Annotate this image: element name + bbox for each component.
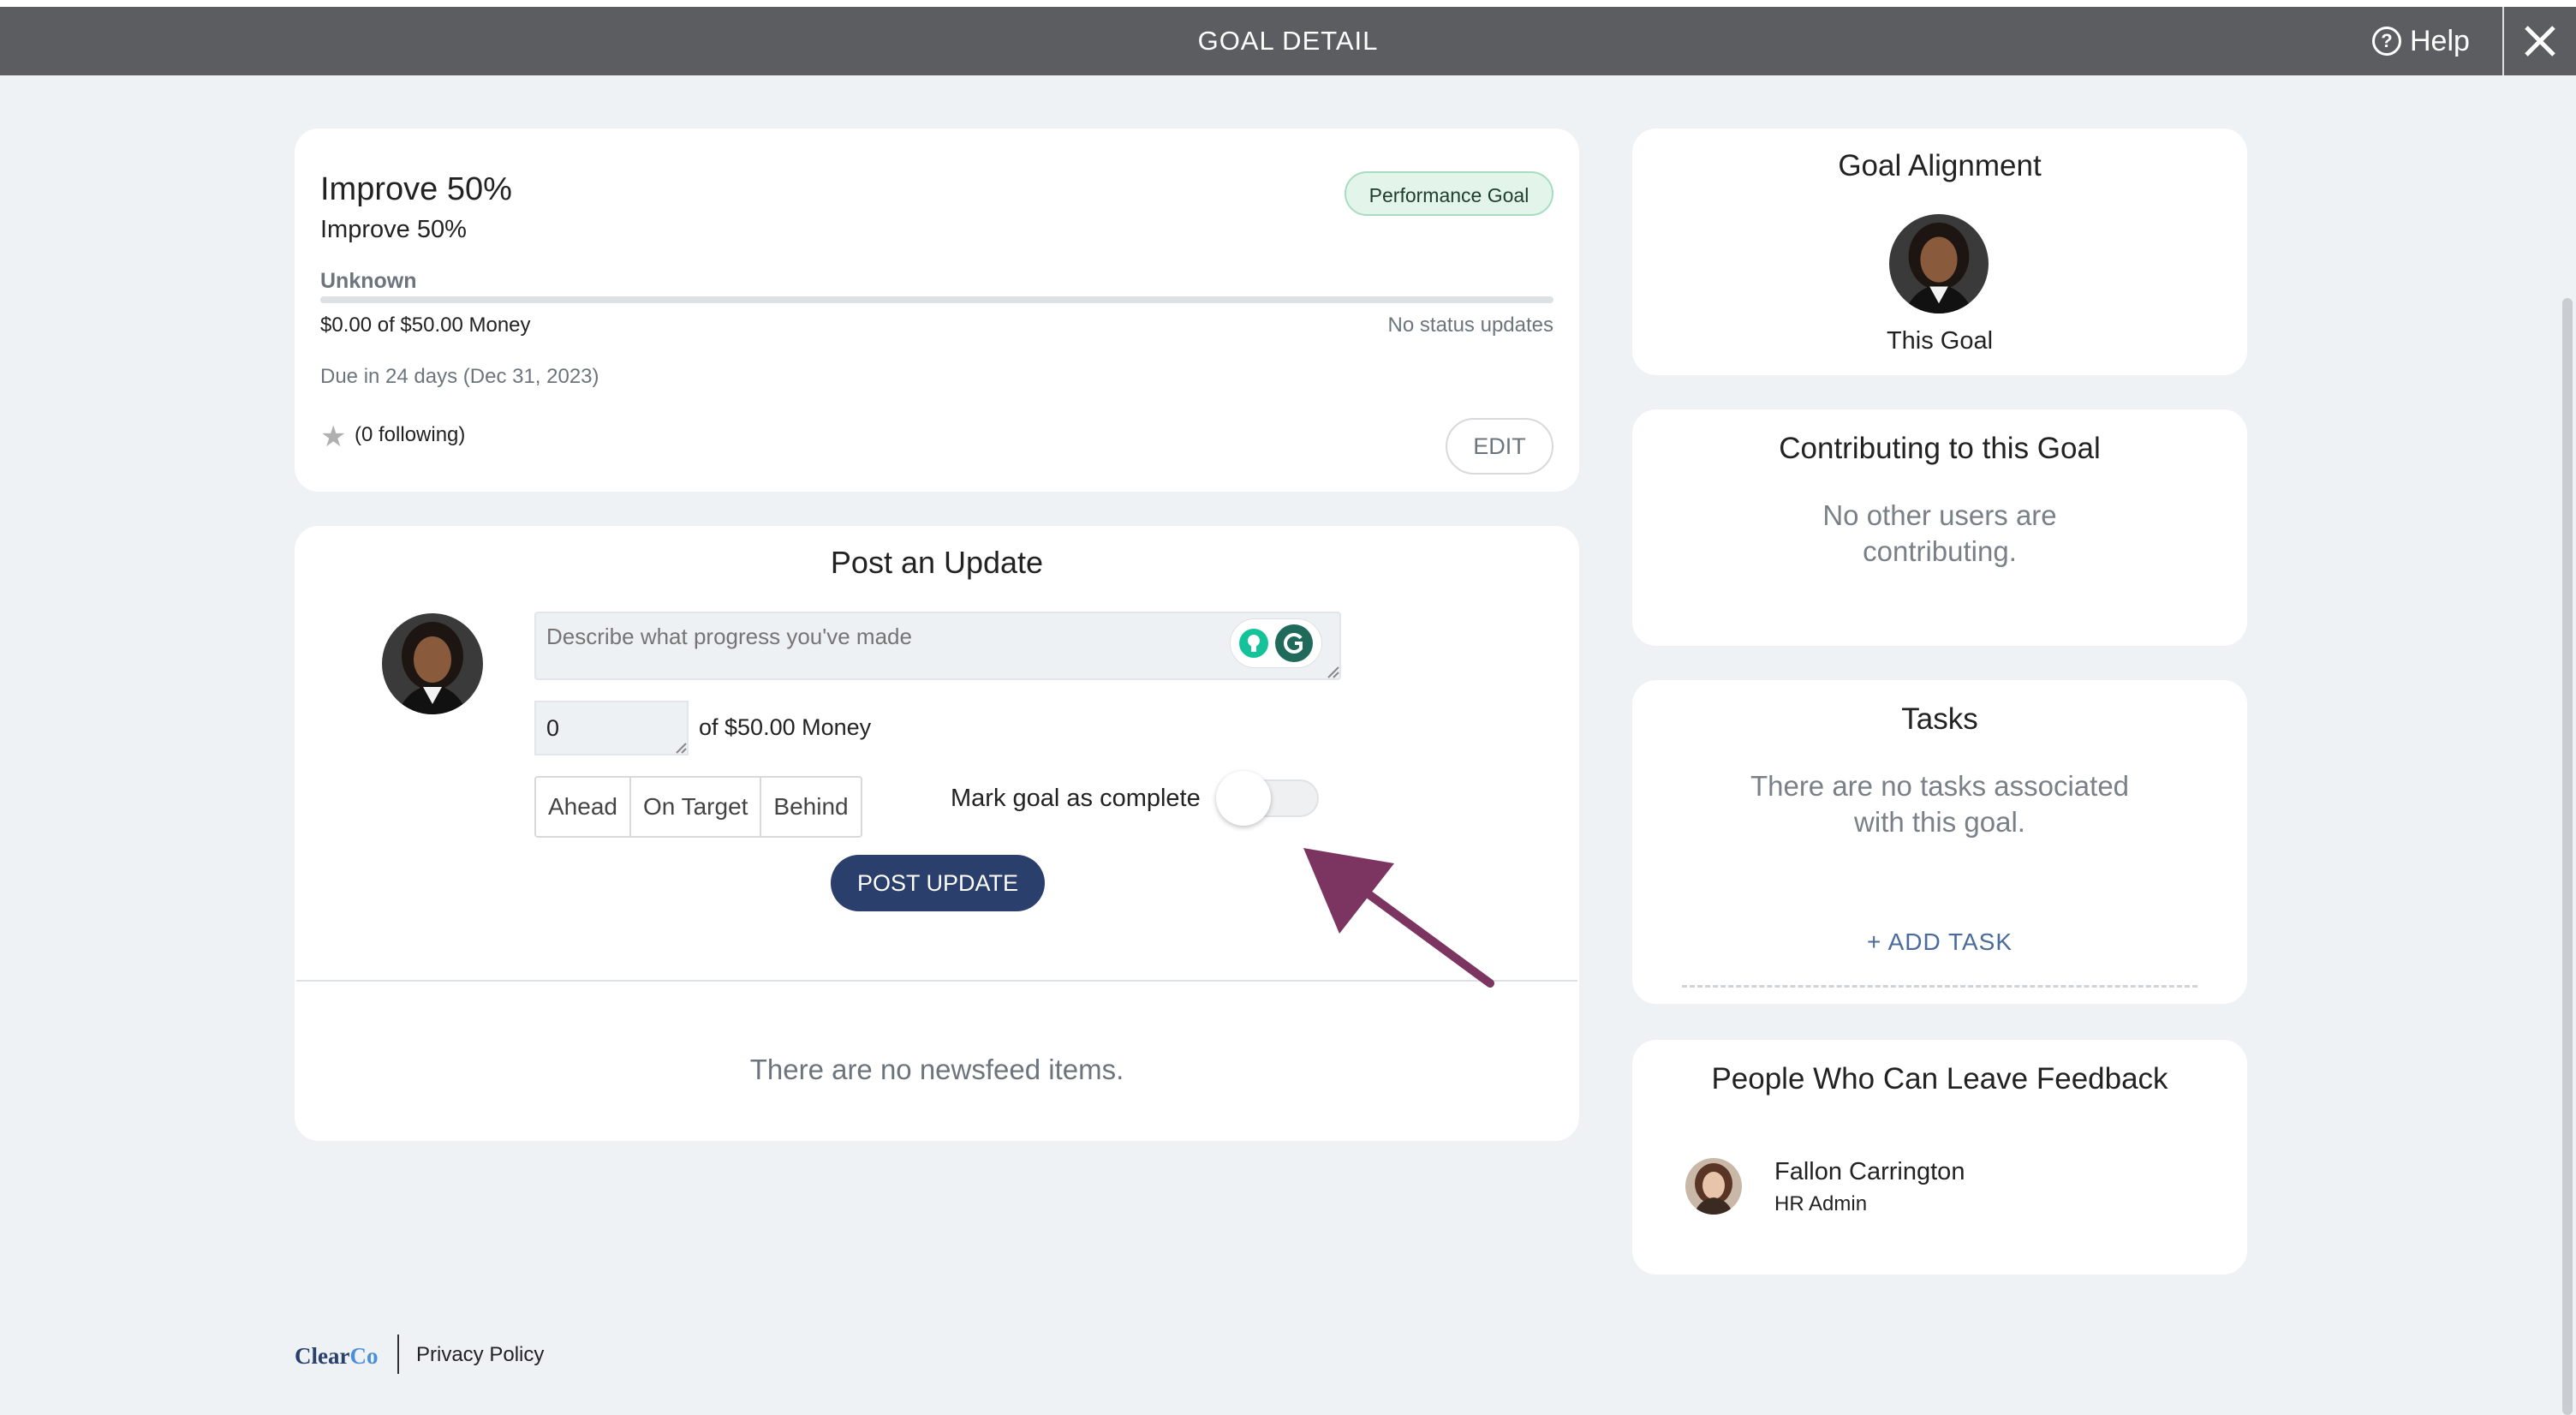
privacy-policy-link[interactable]: Privacy Policy bbox=[416, 1343, 544, 1367]
status-behind-button[interactable]: Behind bbox=[761, 778, 860, 836]
this-goal-label: This Goal bbox=[1886, 327, 1994, 355]
contributing-empty-line2: contributing. bbox=[1863, 535, 2017, 567]
status-updates-text: No status updates bbox=[1387, 313, 1553, 337]
annotation-arrow-icon bbox=[1303, 848, 1494, 988]
help-label: Help bbox=[2410, 24, 2470, 57]
status-ahead-button[interactable]: Ahead bbox=[536, 778, 631, 836]
window-top-edge bbox=[0, 0, 2576, 7]
status-segmented-control: Ahead On Target Behind bbox=[534, 776, 862, 838]
goal-due-date: Due in 24 days (Dec 31, 2023) bbox=[320, 365, 599, 388]
this-goal-avatar[interactable] bbox=[1889, 214, 1989, 313]
writing-assistant-pill[interactable] bbox=[1230, 618, 1322, 668]
footer-divider bbox=[397, 1334, 399, 1374]
tasks-empty-line1: There are no tasks associated bbox=[1750, 770, 2130, 802]
resize-grip-icon[interactable] bbox=[673, 740, 687, 754]
feedback-person-avatar[interactable] bbox=[1685, 1158, 1742, 1215]
logo-text-part2: Co bbox=[349, 1343, 379, 1369]
grammarly-icon[interactable] bbox=[1274, 624, 1314, 663]
contributing-empty-line1: No other users are bbox=[1822, 499, 2057, 531]
feedback-person-name[interactable]: Fallon Carrington bbox=[1774, 1158, 1965, 1186]
goal-type-badge: Performance Goal bbox=[1345, 171, 1553, 216]
toggle-knob[interactable] bbox=[1216, 771, 1271, 826]
help-button[interactable]: ? Help bbox=[2372, 22, 2470, 60]
resize-grip-icon[interactable] bbox=[1324, 663, 1339, 678]
following-count: (0 following) bbox=[355, 423, 466, 446]
tasks-title: Tasks bbox=[1901, 702, 1978, 736]
goal-title: Improve 50% bbox=[320, 171, 512, 207]
tasks-dashed-divider bbox=[1682, 985, 2197, 988]
amount-suffix: of $50.00 Money bbox=[699, 714, 872, 740]
header-bar: GOAL DETAIL ? Help bbox=[0, 7, 2576, 75]
newsfeed-empty-text: There are no newsfeed items. bbox=[749, 1054, 1124, 1085]
goal-status-label: Unknown bbox=[320, 269, 417, 293]
logo-text-part1: Clear bbox=[295, 1343, 350, 1369]
question-circle-icon: ? bbox=[2372, 27, 2401, 56]
close-button[interactable] bbox=[2504, 7, 2576, 75]
goal-amount: $0.00 of $50.00 Money bbox=[320, 313, 531, 337]
goal-alignment-title: Goal Alignment bbox=[1838, 149, 2042, 182]
status-on-target-button[interactable]: On Target bbox=[631, 778, 762, 836]
feedback-title: People Who Can Leave Feedback bbox=[1711, 1062, 2168, 1096]
follow-star-icon[interactable]: ★ bbox=[320, 420, 346, 454]
mark-complete-label: Mark goal as complete bbox=[951, 785, 1201, 812]
tasks-empty-line2: with this goal. bbox=[1854, 806, 2025, 838]
goal-description: Improve 50% bbox=[320, 216, 467, 243]
close-icon bbox=[2525, 26, 2555, 57]
post-update-title: Post an Update bbox=[830, 545, 1044, 580]
progress-amount-input[interactable] bbox=[534, 701, 689, 755]
edit-goal-button[interactable]: EDIT bbox=[1446, 418, 1553, 475]
scrollbar-thumb[interactable] bbox=[2562, 298, 2573, 1415]
user-avatar bbox=[382, 613, 483, 714]
post-update-button[interactable]: POST UPDATE bbox=[831, 855, 1045, 911]
page-title: GOAL DETAIL bbox=[1197, 26, 1379, 56]
goal-progress-bar bbox=[320, 296, 1553, 303]
contributing-title: Contributing to this Goal bbox=[1779, 432, 2101, 465]
update-description-input[interactable] bbox=[534, 612, 1341, 680]
lightbulb-icon[interactable] bbox=[1238, 628, 1269, 659]
company-logo: ClearCo bbox=[295, 1343, 378, 1370]
feedback-person-role: HR Admin bbox=[1774, 1192, 1868, 1215]
add-task-button[interactable]: + ADD TASK bbox=[1632, 928, 2247, 956]
